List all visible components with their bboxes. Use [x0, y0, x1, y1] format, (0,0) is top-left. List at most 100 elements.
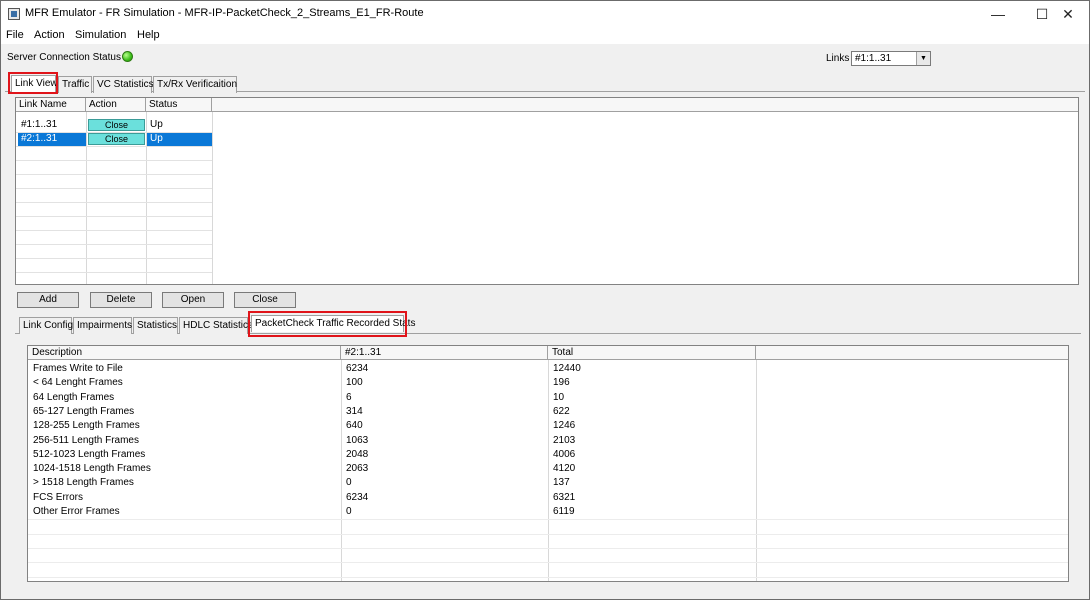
- grid-row-line: [28, 476, 1068, 477]
- open-button[interactable]: Open: [162, 292, 224, 308]
- app-window: MFR Emulator - FR Simulation - MFR-IP-Pa…: [0, 0, 1090, 600]
- stat-description-cell[interactable]: 1024-1518 Length Frames: [29, 462, 151, 476]
- stat-description-cell[interactable]: Other Error Frames: [29, 505, 120, 519]
- grid-row-line: [28, 405, 1068, 406]
- stat-description-cell[interactable]: FCS Errors: [29, 491, 83, 505]
- chevron-down-icon[interactable]: ▼: [916, 52, 930, 65]
- stat-total-cell[interactable]: 1246: [549, 419, 575, 433]
- stat-link-value-cell[interactable]: 2063: [342, 462, 368, 476]
- col-action[interactable]: Action: [86, 98, 146, 112]
- link-close-button[interactable]: Close: [88, 119, 145, 131]
- menu-bar: File Action Simulation Help: [1, 27, 1089, 44]
- stat-description-cell[interactable]: 65-127 Length Frames: [29, 405, 134, 419]
- links-selected-value: #1:1..31: [855, 53, 892, 64]
- stat-total-cell[interactable]: 196: [549, 376, 570, 390]
- link-name-cell[interactable]: #1:1..31: [18, 118, 57, 132]
- tab-txrx-verification[interactable]: Tx/Rx Verificaition: [153, 76, 237, 93]
- grid-row-line: [28, 362, 1068, 363]
- col-link-name[interactable]: Link Name: [16, 98, 86, 112]
- grid-row-line: [16, 202, 212, 203]
- menu-simulation[interactable]: Simulation: [75, 29, 126, 41]
- stat-link-value-cell[interactable]: 2048: [342, 448, 368, 462]
- highlight-link-view: [8, 72, 58, 94]
- stat-total-cell[interactable]: 2103: [549, 434, 575, 448]
- stat-link-value-cell[interactable]: 314: [342, 405, 363, 419]
- grid-row-line: [16, 230, 212, 231]
- stat-total-cell[interactable]: 4120: [549, 462, 575, 476]
- grid-row-line: [28, 419, 1068, 420]
- links-dropdown[interactable]: #1:1..31 ▼: [851, 51, 931, 66]
- link-name-cell[interactable]: #2:1..31: [18, 132, 57, 146]
- stat-total-cell[interactable]: 4006: [549, 448, 575, 462]
- stat-link-value-cell[interactable]: 640: [342, 419, 363, 433]
- link-table[interactable]: Link Name Action Status #1:1..31 Close U…: [15, 97, 1079, 285]
- delete-button[interactable]: Delete: [90, 292, 152, 308]
- stat-total-cell[interactable]: 137: [549, 476, 570, 490]
- link-status-cell[interactable]: Up: [147, 132, 163, 146]
- col-status[interactable]: Status: [146, 98, 212, 112]
- grid-row-line: [16, 272, 212, 273]
- tab-statistics[interactable]: Statistics: [133, 317, 178, 334]
- stat-link-value-cell[interactable]: 6: [342, 391, 352, 405]
- grid-row-line: [28, 576, 1068, 578]
- grid-row-line: [16, 258, 212, 259]
- stats-table[interactable]: Description #2:1..31 Total Frames Write …: [27, 345, 1069, 582]
- stat-description-cell[interactable]: 128-255 Length Frames: [29, 419, 140, 433]
- grid-row-line: [16, 244, 212, 245]
- grid-row-line: [28, 376, 1068, 377]
- stat-total-cell[interactable]: 12440: [549, 362, 581, 376]
- col-description[interactable]: Description: [28, 346, 341, 360]
- stat-total-cell[interactable]: 6119: [549, 505, 575, 519]
- tab-impairments[interactable]: Impairments: [73, 317, 132, 334]
- grid-row-line: [28, 547, 1068, 549]
- stat-link-value-cell[interactable]: 1063: [342, 434, 368, 448]
- minimize-button[interactable]: —: [975, 1, 1021, 27]
- add-button[interactable]: Add: [17, 292, 79, 308]
- stat-description-cell[interactable]: > 1518 Length Frames: [29, 476, 134, 490]
- tab-hdlc-statistics[interactable]: HDLC Statistics: [179, 317, 253, 334]
- menu-action[interactable]: Action: [34, 29, 65, 41]
- grid-row-line: [16, 174, 212, 175]
- grid-row-line: [16, 216, 212, 217]
- stat-description-cell[interactable]: 512-1023 Length Frames: [29, 448, 145, 462]
- stat-link-value-cell[interactable]: 100: [342, 376, 363, 390]
- col-total[interactable]: Total: [548, 346, 756, 360]
- stat-link-value-cell[interactable]: 0: [342, 505, 352, 519]
- menu-file[interactable]: File: [6, 29, 24, 41]
- stat-description-cell[interactable]: Frames Write to File: [29, 362, 123, 376]
- menu-help[interactable]: Help: [137, 29, 160, 41]
- close-link-button[interactable]: Close: [234, 292, 296, 308]
- stat-description-cell[interactable]: 64 Length Frames: [29, 391, 114, 405]
- grid-row-line: [28, 533, 1068, 535]
- grid-row-line: [28, 491, 1068, 492]
- window-title: MFR Emulator - FR Simulation - MFR-IP-Pa…: [25, 7, 424, 19]
- grid-row-line: [28, 434, 1068, 435]
- stat-link-value-cell[interactable]: 6234: [342, 491, 368, 505]
- tab-link-config[interactable]: Link Config: [19, 317, 73, 334]
- stat-total-cell[interactable]: 6321: [549, 491, 575, 505]
- stat-link-value-cell[interactable]: 0: [342, 476, 352, 490]
- title-bar: MFR Emulator - FR Simulation - MFR-IP-Pa…: [1, 1, 1089, 27]
- close-window-button[interactable]: ✕: [1045, 1, 1090, 27]
- link-status-cell[interactable]: Up: [147, 118, 163, 132]
- grid-row-line: [16, 146, 212, 147]
- connection-status-icon: [122, 51, 133, 62]
- stat-description-cell[interactable]: 256-511 Length Frames: [29, 434, 139, 448]
- col-filler: [756, 346, 1068, 360]
- grid-row-line: [16, 160, 212, 161]
- stat-description-cell[interactable]: < 64 Lenght Frames: [29, 376, 123, 390]
- tab-traffic[interactable]: Traffic: [58, 76, 92, 93]
- stat-link-value-cell[interactable]: 6234: [342, 362, 368, 376]
- tab-vc-statistics[interactable]: VC Statistics: [93, 76, 154, 93]
- stat-total-cell[interactable]: 10: [549, 391, 564, 405]
- server-status-label: Server Connection Status: [7, 52, 121, 63]
- links-label: Links: [826, 53, 850, 64]
- link-close-button[interactable]: Close: [88, 133, 145, 145]
- highlight-packetcheck-tab: [248, 311, 407, 337]
- stat-total-cell[interactable]: 622: [549, 405, 570, 419]
- grid-row-line: [28, 391, 1068, 392]
- grid-row-line: [28, 462, 1068, 463]
- grid-row-line: [28, 448, 1068, 449]
- col-link-2[interactable]: #2:1..31: [341, 346, 548, 360]
- grid-row-line: [16, 188, 212, 189]
